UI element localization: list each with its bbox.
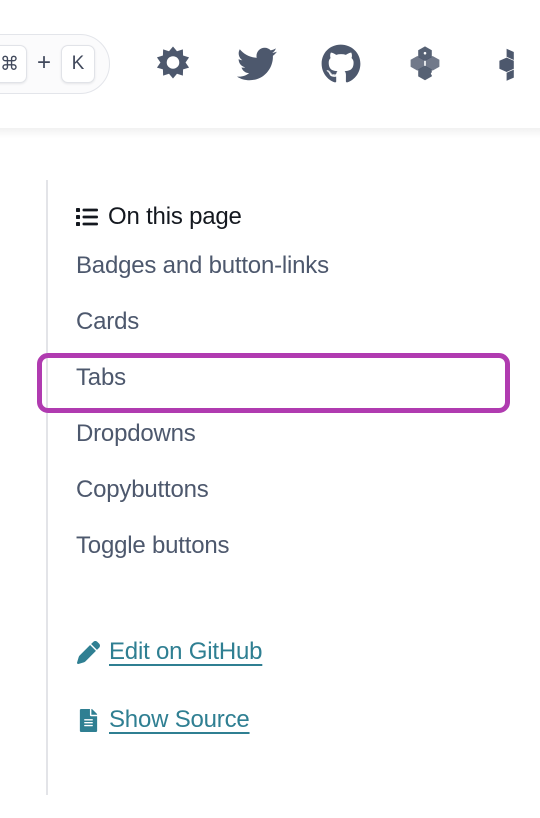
site-header: ⌘ + K (0, 0, 540, 128)
header-shadow (0, 128, 540, 138)
theme-switcher-sun-icon[interactable] (150, 41, 196, 87)
toc-item-tabs-container: Tabs (37, 350, 530, 413)
file-document-icon (76, 708, 100, 732)
toc-item-dropdowns[interactable]: Dropdowns (60, 406, 530, 462)
toc-item-copybuttons[interactable]: Copybuttons (60, 462, 530, 518)
on-this-page-toc: On this page Badges and button-links Car… (37, 196, 530, 742)
toc-item-cards[interactable]: Cards (60, 294, 530, 350)
toc-item-toggle-buttons[interactable]: Toggle buttons (60, 518, 530, 574)
github-icon[interactable] (318, 41, 364, 87)
edit-on-github-label: Edit on GitHub (109, 638, 263, 665)
edit-on-github-link[interactable]: Edit on GitHub (76, 630, 262, 674)
conda-forge-icon[interactable] (486, 41, 532, 87)
toc-caption: On this page (76, 196, 530, 238)
header-icon-row (150, 36, 532, 92)
list-icon (76, 207, 98, 227)
kbd-plus-separator: + (36, 49, 51, 76)
toc-left-rule (46, 180, 48, 795)
kbd-k-key[interactable]: K (61, 45, 95, 83)
pypi-icon[interactable] (402, 41, 448, 87)
toc-caption-label: On this page (108, 203, 242, 230)
toc-item-badges-and-button-links[interactable]: Badges and button-links (60, 238, 530, 294)
show-source-label: Show Source (109, 706, 250, 733)
show-source-link[interactable]: Show Source (76, 698, 250, 742)
kbd-command-key[interactable]: ⌘ (0, 45, 27, 83)
pencil-icon (76, 640, 100, 664)
search-shortcut-pill[interactable]: ⌘ + K (0, 34, 110, 94)
toc-item-tabs[interactable]: Tabs (60, 350, 530, 406)
meta-links-spacer (76, 674, 530, 698)
toc-meta-links: Edit on GitHub Show Source (76, 630, 530, 742)
twitter-icon[interactable] (234, 41, 280, 87)
